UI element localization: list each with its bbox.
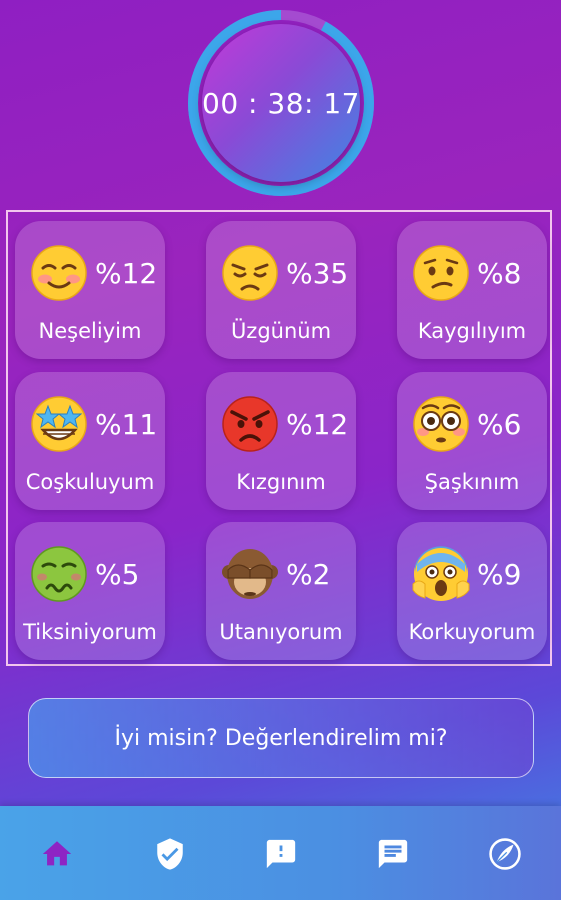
home-icon	[42, 841, 72, 866]
bottom-nav	[0, 806, 561, 900]
alert-message-icon	[266, 839, 296, 869]
disappointed-face-emoji	[222, 245, 278, 301]
mood-label: Tiksiniyorum	[23, 620, 157, 644]
flushed-face-emoji	[413, 396, 469, 452]
mood-percent: %35	[286, 257, 349, 290]
nauseated-face-emoji	[31, 546, 87, 602]
mood-tile-kizginim[interactable]: %12 Kızgınım	[206, 372, 356, 510]
mood-tile-saskinim[interactable]: %6 Şaşkınım	[397, 372, 547, 510]
star-struck-emoji	[31, 396, 87, 452]
mood-label: Üzgünüm	[230, 319, 332, 343]
mood-percent: %11	[95, 408, 158, 441]
mood-percent: %5	[95, 558, 140, 591]
mood-percent: %9	[477, 558, 522, 591]
timer-face: 00 : 38: 17	[202, 24, 360, 182]
nav-home[interactable]	[39, 836, 75, 872]
screaming-face-emoji	[412, 546, 470, 601]
see-no-evil-monkey-emoji	[222, 549, 278, 599]
mood-percent: %12	[95, 257, 158, 290]
mood-tile-korkuyorum[interactable]: %9 Korkuyorum	[397, 522, 547, 660]
mood-tile-coskuluyum[interactable]: %11 Coşkuluyum	[15, 372, 165, 510]
mood-tile-tiksiniyorum[interactable]: %5 Tiksiniyorum	[15, 522, 165, 660]
nav-security[interactable]	[152, 836, 188, 872]
mood-label: Kaygılıyım	[417, 319, 527, 343]
smiling-blush-emoji	[31, 245, 87, 301]
mood-percent: %12	[286, 408, 349, 441]
mood-tile-utaniyorum[interactable]: %2 Utanıyorum	[206, 522, 356, 660]
mood-label: Utanıyorum	[219, 620, 343, 644]
timer-text: 00 : 38: 17	[202, 86, 360, 120]
mood-percent: %6	[477, 408, 522, 441]
mood-label: Coşkuluyum	[25, 470, 155, 494]
angry-face-emoji	[222, 396, 278, 452]
mood-tile-neseliyim[interactable]: %12 Neşeliyim	[15, 221, 165, 359]
mood-percent: %8	[477, 257, 522, 290]
mood-tile-uzgunum[interactable]: %35 Üzgünüm	[206, 221, 356, 359]
mood-label: Korkuyorum	[408, 620, 536, 644]
mood-label: Kızgınım	[236, 470, 326, 494]
evaluate-prompt-button[interactable]: İyi misin? Değerlendirelim mi?	[28, 698, 534, 778]
nav-report[interactable]	[263, 836, 299, 872]
mood-label: Şaşkınım	[424, 470, 520, 494]
mood-tile-kaygiliyim[interactable]: %8 Kaygılıyım	[397, 221, 547, 359]
session-timer: 00 : 38: 17	[186, 8, 376, 198]
confused-face-emoji	[413, 245, 469, 301]
mood-percent: %2	[286, 558, 331, 591]
nav-messages[interactable]	[375, 836, 411, 872]
mood-label: Neşeliyim	[38, 319, 142, 343]
nav-about[interactable]	[487, 836, 523, 872]
chat-icon	[378, 839, 408, 869]
feather-logo-icon	[489, 838, 521, 870]
shield-check-icon	[157, 838, 183, 870]
